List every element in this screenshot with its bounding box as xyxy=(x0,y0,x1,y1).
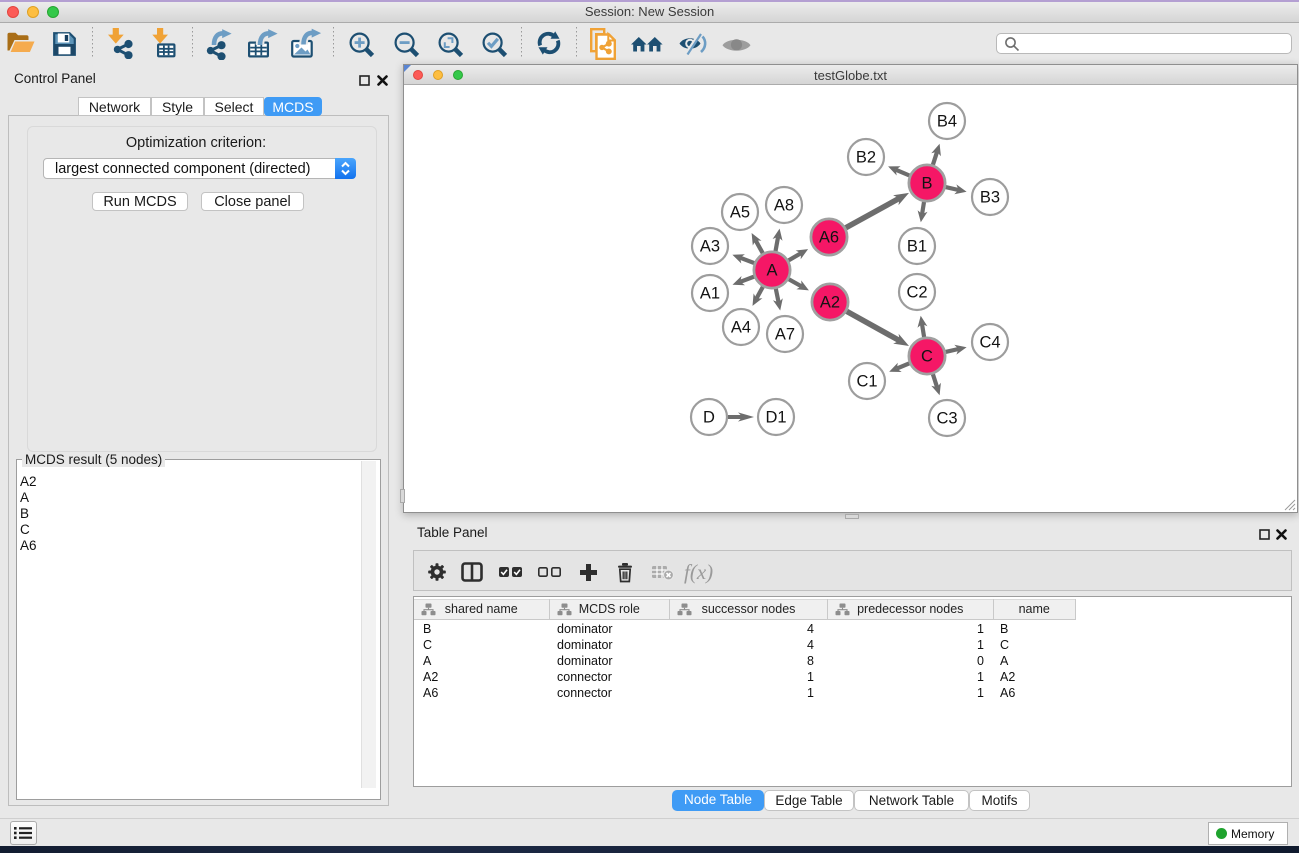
svg-text:A5: A5 xyxy=(730,204,750,222)
svg-text:A4: A4 xyxy=(731,319,751,337)
svg-text:B2: B2 xyxy=(856,149,876,167)
svg-text:A7: A7 xyxy=(775,326,795,344)
svg-text:C: C xyxy=(921,348,933,366)
svg-text:C4: C4 xyxy=(979,334,1000,352)
svg-text:B: B xyxy=(921,175,932,193)
svg-text:B3: B3 xyxy=(980,189,1000,207)
svg-text:C1: C1 xyxy=(856,373,877,391)
svg-text:A: A xyxy=(766,262,777,280)
svg-text:D: D xyxy=(703,409,715,427)
svg-text:A1: A1 xyxy=(700,285,720,303)
svg-text:B4: B4 xyxy=(937,113,957,131)
svg-text:C3: C3 xyxy=(936,410,957,428)
svg-text:A2: A2 xyxy=(820,294,840,312)
svg-text:A8: A8 xyxy=(774,197,794,215)
svg-text:B1: B1 xyxy=(907,238,927,256)
svg-text:C2: C2 xyxy=(906,284,927,302)
svg-text:A6: A6 xyxy=(819,229,839,247)
svg-text:D1: D1 xyxy=(765,409,786,427)
svg-text:A3: A3 xyxy=(700,238,720,256)
